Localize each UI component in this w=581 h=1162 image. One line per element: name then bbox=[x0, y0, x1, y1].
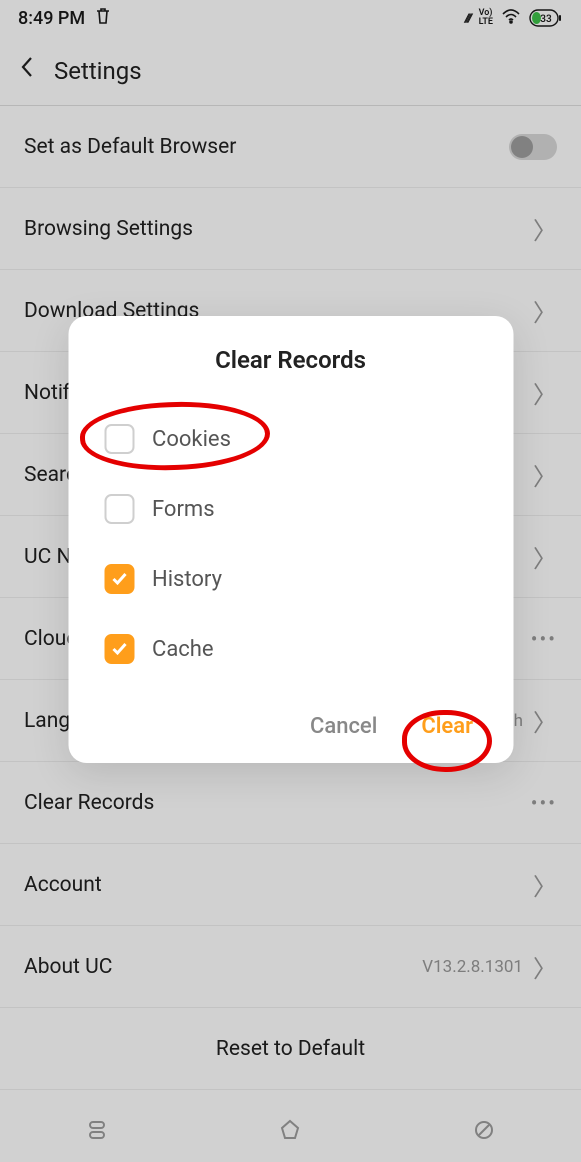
checkbox-history[interactable] bbox=[104, 564, 134, 594]
check-label: Cache bbox=[152, 637, 214, 662]
checkbox-cache[interactable] bbox=[104, 634, 134, 664]
check-row-cache[interactable]: Cache bbox=[68, 614, 513, 684]
check-label: History bbox=[152, 567, 222, 592]
cancel-button[interactable]: Cancel bbox=[310, 714, 377, 739]
check-row-forms[interactable]: Forms bbox=[68, 474, 513, 544]
dialog-title: Clear Records bbox=[68, 346, 513, 374]
checkbox-forms[interactable] bbox=[104, 494, 134, 524]
checkbox-cookies[interactable] bbox=[104, 424, 134, 454]
check-row-history[interactable]: History bbox=[68, 544, 513, 614]
clear-button[interactable]: Clear bbox=[421, 714, 473, 739]
clear-records-dialog: Clear Records Cookies Forms History Cach… bbox=[68, 316, 513, 763]
check-row-cookies[interactable]: Cookies bbox=[68, 404, 513, 474]
check-label: Forms bbox=[152, 497, 215, 522]
check-label: Cookies bbox=[152, 427, 231, 452]
